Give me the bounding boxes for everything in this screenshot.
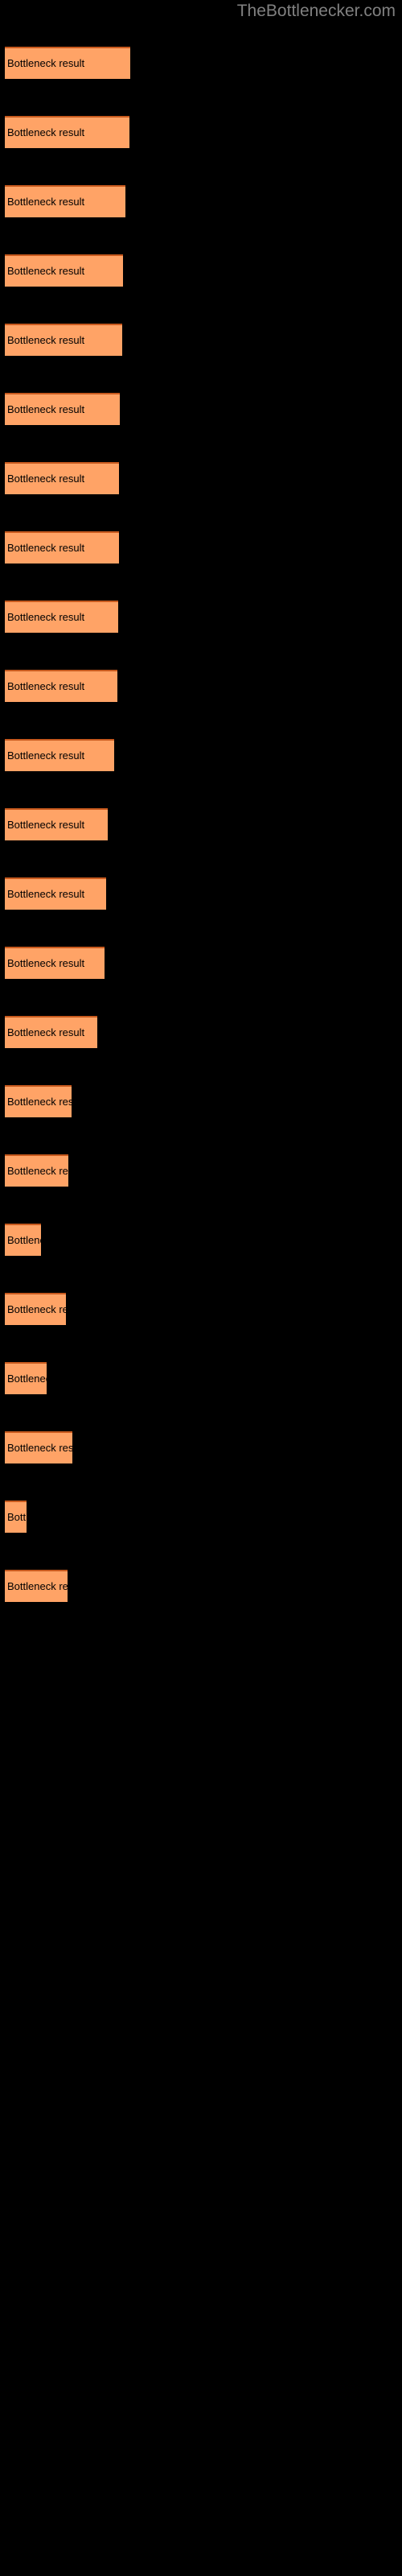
chart-bar[interactable]: Bottleneck result [5, 1085, 72, 1117]
chart-bar[interactable]: Bottleneck result [5, 877, 106, 910]
chart-bar[interactable]: Bottleneck result [5, 1224, 41, 1256]
chart-bar[interactable]: Bottleneck result [5, 1154, 68, 1187]
chart-bar[interactable]: Bottleneck result [5, 393, 120, 425]
bar-label: Bottleneck result [7, 473, 85, 485]
bar-label: Bottleneck result [7, 196, 85, 208]
bar-row: Bottleneck result [0, 116, 402, 148]
bar-row: Bottleneck result [0, 1085, 402, 1117]
bar-row: Bottleneck result [0, 185, 402, 217]
chart-bar[interactable]: Bottleneck result [5, 1501, 27, 1533]
chart-bar[interactable]: Bottleneck result [5, 47, 130, 79]
bar-row: Bottleneck result [0, 1293, 402, 1325]
bar-row: Bottleneck result [0, 393, 402, 425]
bar-label: Bottleneck result [7, 334, 85, 346]
bar-label: Bottleneck result [7, 265, 85, 277]
bar-row: Bottleneck result [0, 1501, 402, 1533]
bar-row: Bottleneck result [0, 254, 402, 287]
chart-bar[interactable]: Bottleneck result [5, 1362, 47, 1394]
chart-bar[interactable]: Bottleneck result [5, 1016, 97, 1048]
chart-bar[interactable]: Bottleneck result [5, 254, 123, 287]
chart-bar[interactable]: Bottleneck result [5, 601, 118, 633]
bar-label: Bottleneck result [7, 1373, 47, 1385]
bar-label: Bottleneck result [7, 1096, 72, 1108]
bar-label: Bottleneck result [7, 57, 85, 69]
bar-label: Bottleneck result [7, 1580, 68, 1592]
bar-label: Bottleneck result [7, 749, 85, 762]
bar-row: Bottleneck result [0, 1154, 402, 1187]
bar-row: Bottleneck result [0, 1570, 402, 1602]
bar-row: Bottleneck result [0, 1016, 402, 1048]
bar-label: Bottleneck result [7, 126, 85, 138]
bar-label: Bottleneck result [7, 1165, 68, 1177]
page-root: TheBottlenecker.com Bottleneck result Bot… [0, 0, 402, 2576]
chart-bar[interactable]: Bottleneck result [5, 808, 108, 840]
bar-row: Bottleneck result [0, 739, 402, 771]
bar-row: Bottleneck result [0, 1362, 402, 1394]
bar-label: Bottleneck result [7, 1511, 27, 1523]
chart-bar[interactable]: Bottleneck result [5, 670, 117, 702]
chart-bar[interactable]: Bottleneck result [5, 1293, 66, 1325]
chart-bar[interactable]: Bottleneck result [5, 462, 119, 494]
chart-bar[interactable]: Bottleneck result [5, 947, 105, 979]
bar-row: Bottleneck result [0, 47, 402, 79]
bar-label: Bottleneck result [7, 1303, 66, 1315]
bar-row: Bottleneck result [0, 462, 402, 494]
bar-row: Bottleneck result [0, 947, 402, 979]
chart-bar[interactable]: Bottleneck result [5, 185, 125, 217]
bar-label: Bottleneck result [7, 957, 85, 969]
bar-label: Bottleneck result [7, 542, 85, 554]
bar-row: Bottleneck result [0, 808, 402, 840]
chart-bar[interactable]: Bottleneck result [5, 531, 119, 564]
bar-row: Bottleneck result [0, 324, 402, 356]
bar-label: Bottleneck result [7, 1026, 85, 1038]
bar-label: Bottleneck result [7, 1234, 41, 1246]
bar-row: Bottleneck result [0, 1224, 402, 1256]
bar-row: Bottleneck result [0, 601, 402, 633]
bar-row: Bottleneck result [0, 531, 402, 564]
bottleneck-bar-chart: Bottleneck result Bottleneck result Bottle… [0, 0, 402, 2576]
chart-bar[interactable]: Bottleneck result [5, 116, 129, 148]
bar-row: Bottleneck result [0, 877, 402, 910]
bar-label: Bottleneck result [7, 611, 85, 623]
chart-bar[interactable]: Bottleneck result [5, 324, 122, 356]
bar-label: Bottleneck result [7, 1442, 72, 1454]
chart-bar[interactable]: Bottleneck result [5, 1431, 72, 1463]
bar-row: Bottleneck result [0, 1431, 402, 1463]
bar-label: Bottleneck result [7, 680, 85, 692]
bar-label: Bottleneck result [7, 888, 85, 900]
bar-label: Bottleneck result [7, 819, 85, 831]
chart-bar[interactable]: Bottleneck result [5, 1570, 68, 1602]
chart-bar[interactable]: Bottleneck result [5, 739, 114, 771]
bar-label: Bottleneck result [7, 403, 85, 415]
bar-row: Bottleneck result [0, 670, 402, 702]
